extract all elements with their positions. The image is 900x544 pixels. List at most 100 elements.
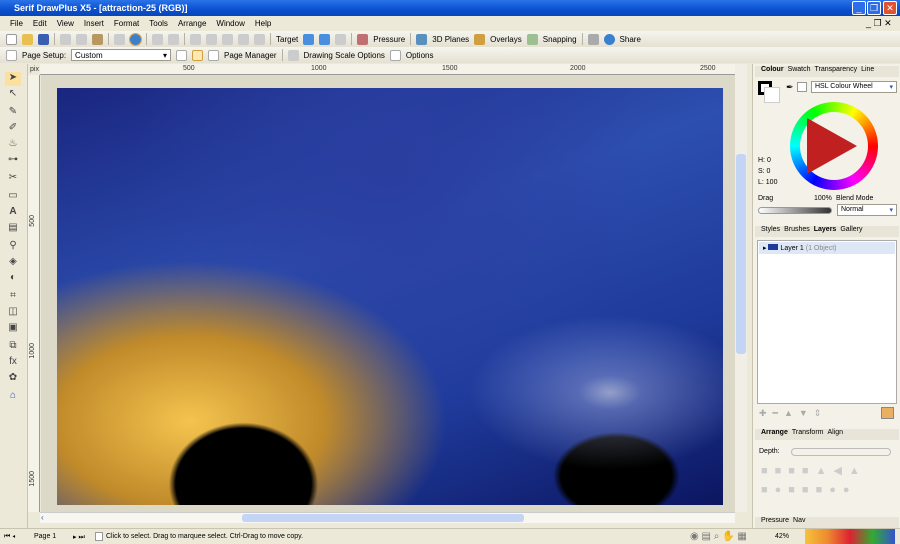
- brush-tool-icon[interactable]: ✐: [5, 122, 21, 136]
- web-icon[interactable]: [129, 32, 142, 46]
- fill-colour-swatch[interactable]: [764, 87, 780, 103]
- cut-icon[interactable]: [60, 33, 71, 45]
- next-page-button[interactable]: ▸ ⏭: [73, 533, 85, 542]
- menu-edit[interactable]: Edit: [33, 19, 47, 31]
- pointer-tool-icon[interactable]: ➤: [5, 72, 21, 86]
- stamp-tool-icon[interactable]: ✿: [5, 372, 21, 386]
- scroll-left-arrow[interactable]: ‹: [41, 513, 44, 522]
- menu-window[interactable]: Window: [216, 19, 244, 31]
- first-page-button[interactable]: ⏮ ◂: [4, 533, 15, 541]
- skew-icon[interactable]: [222, 33, 233, 45]
- dropper-tool-icon[interactable]: ⚲: [5, 240, 21, 254]
- horizontal-scroll-thumb[interactable]: [242, 514, 524, 522]
- connector-tool-icon[interactable]: ⊶: [5, 154, 21, 168]
- tab-layers[interactable]: Layers: [814, 226, 837, 237]
- transparency-tool-icon[interactable]: ◐: [5, 272, 21, 286]
- drawing-scale-button[interactable]: Drawing Scale Options: [304, 51, 385, 60]
- tab-pressure[interactable]: Pressure: [761, 517, 789, 528]
- node-tool-icon[interactable]: ↖: [5, 88, 21, 102]
- eraser-tool-icon[interactable]: ✂: [5, 172, 21, 186]
- colour-mode-dropdown[interactable]: HSL Colour Wheel ▾: [811, 81, 897, 93]
- envelope-tool-icon[interactable]: ◫: [5, 306, 21, 320]
- workspace[interactable]: [41, 75, 735, 512]
- horizontal-scrollbar[interactable]: ‹: [40, 512, 735, 523]
- tab-gallery[interactable]: Gallery: [840, 226, 862, 237]
- 3d-tool-icon[interactable]: ⌂: [5, 390, 21, 404]
- group-icon[interactable]: [238, 33, 249, 45]
- snapping-button[interactable]: Snapping: [543, 35, 577, 44]
- layer-actions[interactable]: ✚━▲▼⇕: [759, 408, 827, 419]
- shape-intersect-icon[interactable]: [335, 33, 347, 45]
- align-icon[interactable]: [190, 33, 201, 45]
- pen-tool-icon[interactable]: ✎: [5, 106, 21, 120]
- blend-mode-dropdown[interactable]: Normal ▾: [837, 204, 897, 216]
- vertical-ruler[interactable]: 500 1000 1500: [28, 75, 40, 512]
- vertical-scrollbar[interactable]: [735, 64, 747, 512]
- page-manager-button[interactable]: Page Manager: [224, 51, 276, 60]
- tab-transform[interactable]: Transform: [792, 429, 824, 440]
- ungroup-icon[interactable]: [254, 33, 265, 45]
- shape-tool-icon[interactable]: ▭: [5, 190, 21, 204]
- portrait-icon[interactable]: [176, 49, 188, 61]
- menu-insert[interactable]: Insert: [84, 19, 104, 31]
- menu-format[interactable]: Format: [114, 19, 139, 31]
- layer-properties-icon[interactable]: [881, 407, 894, 419]
- layer-row[interactable]: ▸ Layer 1 (1 Object): [759, 242, 895, 254]
- page-setup-dropdown[interactable]: Custom ▾: [71, 49, 172, 61]
- tab-align[interactable]: Align: [827, 429, 843, 440]
- redo-icon[interactable]: [168, 33, 179, 45]
- tab-line[interactable]: Line: [861, 66, 874, 77]
- arrange-buttons-row2[interactable]: ■●■■■●●: [761, 484, 857, 496]
- perspective-icon[interactable]: [206, 33, 217, 45]
- options-button[interactable]: Options: [406, 51, 434, 60]
- crop-tool-icon[interactable]: ⌗: [5, 290, 21, 304]
- arrange-buttons-row1[interactable]: ■■■■▲◀▲: [761, 464, 867, 477]
- restore-button[interactable]: ❐: [867, 1, 881, 15]
- zoom-level[interactable]: 42%: [775, 533, 789, 540]
- tab-swatch[interactable]: Swatch: [788, 66, 811, 77]
- minimize-button[interactable]: _: [852, 1, 866, 15]
- depth-slider[interactable]: [791, 448, 891, 456]
- save-icon[interactable]: [38, 33, 49, 45]
- new-icon[interactable]: [6, 33, 17, 45]
- undo-icon[interactable]: [152, 33, 163, 45]
- opacity-slider[interactable]: [758, 207, 832, 214]
- doc-window-controls[interactable]: _ ❐ ✕: [866, 18, 892, 29]
- tab-arrange[interactable]: Arrange: [761, 429, 788, 440]
- menu-help[interactable]: Help: [255, 19, 271, 31]
- close-button[interactable]: ✕: [883, 1, 897, 15]
- shape-subtract-icon[interactable]: [319, 33, 331, 45]
- menu-arrange[interactable]: Arrange: [178, 19, 206, 31]
- format-painter-icon[interactable]: [114, 33, 125, 45]
- fractal-artwork[interactable]: [57, 88, 723, 505]
- menu-view[interactable]: View: [57, 19, 74, 31]
- overlays-button[interactable]: Overlays: [490, 35, 522, 44]
- tab-transparency[interactable]: Transparency: [815, 66, 858, 77]
- tab-brushes[interactable]: Brushes: [784, 226, 810, 237]
- tab-styles[interactable]: Styles: [761, 226, 780, 237]
- tab-colour[interactable]: Colour: [761, 66, 784, 77]
- shadow-tool-icon[interactable]: ▣: [5, 322, 21, 336]
- pressure-button[interactable]: Pressure: [373, 35, 405, 44]
- print-icon[interactable]: [587, 33, 599, 45]
- table-tool-icon[interactable]: ▤: [5, 222, 21, 236]
- share-button[interactable]: Share: [620, 35, 641, 44]
- open-icon[interactable]: [22, 33, 33, 45]
- paste-icon[interactable]: [92, 33, 103, 45]
- fill-bucket-icon[interactable]: ◈: [5, 256, 21, 270]
- horizontal-ruler[interactable]: 500 1000 1500 2000 2500: [40, 64, 735, 75]
- shape-add-icon[interactable]: [303, 33, 315, 45]
- landscape-icon[interactable]: [192, 49, 204, 61]
- hsl-colour-wheel[interactable]: [790, 102, 878, 190]
- 3d-planes-button[interactable]: 3D Planes: [432, 35, 469, 44]
- fill-tool-icon[interactable]: ♨: [5, 138, 21, 152]
- tab-navigator[interactable]: Nav: [793, 517, 805, 528]
- copy-icon[interactable]: [76, 33, 87, 45]
- vertical-scroll-thumb[interactable]: [736, 154, 746, 354]
- view-tools[interactable]: ◉ ▤ ⌕ ✋ ▦: [690, 531, 747, 542]
- eyedropper-icon[interactable]: ✒: [786, 82, 794, 93]
- text-tool-icon[interactable]: A: [5, 206, 21, 220]
- colour-triangle[interactable]: [807, 118, 857, 174]
- expand-icon[interactable]: ▸: [763, 245, 767, 252]
- blend-tool-icon[interactable]: ⧉: [5, 340, 21, 354]
